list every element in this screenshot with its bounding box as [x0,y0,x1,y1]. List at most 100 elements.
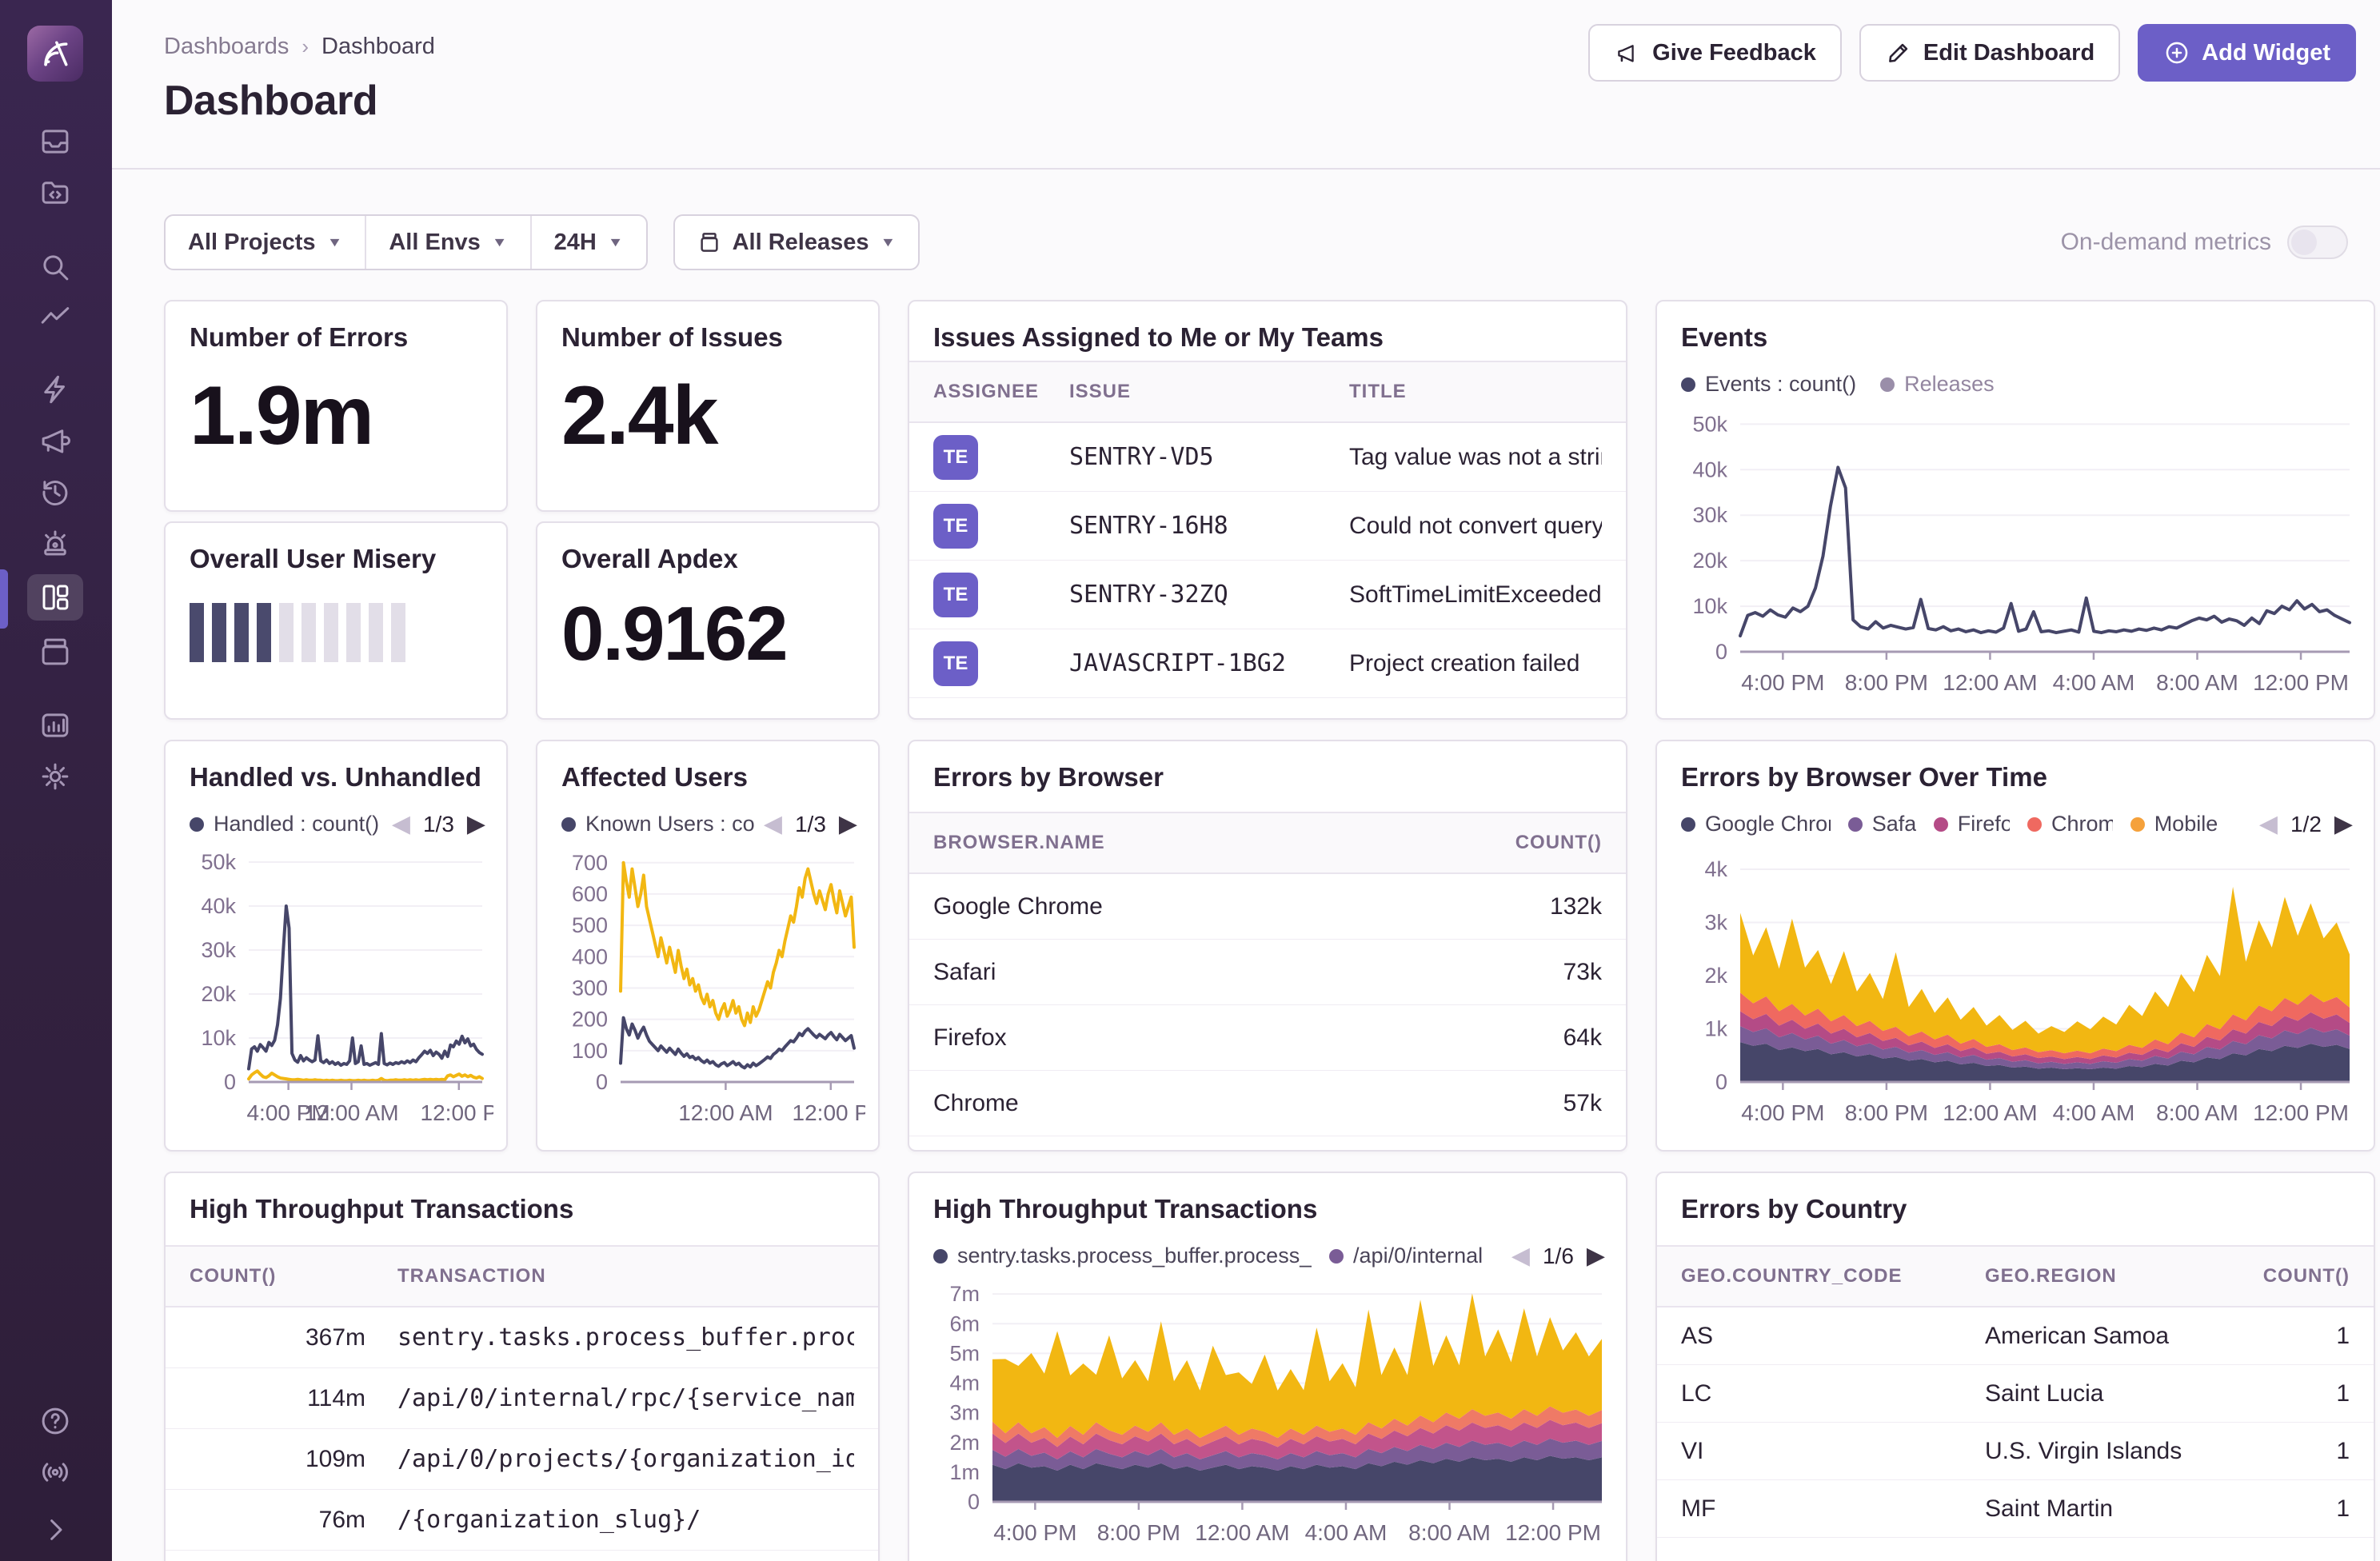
column-region[interactable]: GEO.REGION [1985,1265,2190,1288]
widget-errors-by-country[interactable]: Errors by Country GEO.COUNTRY_CODE GEO.R… [1655,1172,2375,1561]
breadcrumb-dashboards[interactable]: Dashboards [164,34,289,60]
table-row[interactable]: 109m /api/0/projects/{organization_id_or… [166,1429,878,1490]
transaction-link[interactable]: sentry.tasks.process_buffer.process_incr [397,1323,854,1351]
table-row[interactable]: LC Saint Lucia 1 [1657,1365,2374,1423]
high-throughput-chart[interactable]: 01m2m3m4m5m6m7m4:00 PM8:00 PM12:00 AM4:0… [916,1276,1613,1551]
edit-dashboard-button[interactable]: Edit Dashboard [1859,24,2120,82]
table-row[interactable]: AS American Samoa 1 [1657,1307,2374,1365]
add-widget-button[interactable]: Add Widget [2138,24,2356,82]
pager-next-icon[interactable]: ▶ [2334,810,2353,838]
table-row[interactable]: 76m /{organization_slug}/ [166,1490,878,1551]
widget-high-throughput-chart[interactable]: High Throughput Transactions sentry.task… [908,1172,1627,1561]
table-row[interactable]: Google Chrome 132k [909,874,1626,940]
table-row[interactable]: 114m /api/0/internal/rpc/{service_name}/… [166,1368,878,1429]
environments-filter[interactable]: All Envs▼ [365,216,529,269]
column-transaction[interactable]: TRANSACTION [397,1265,854,1288]
table-row[interactable]: TE SENTRY-VD5 Tag value was not a string [909,423,1626,492]
column-country-code[interactable]: GEO.COUNTRY_CODE [1681,1265,1985,1288]
column-issue[interactable]: ISSUE [1069,381,1349,403]
sidebar-item-search[interactable] [27,244,83,290]
pager-prev-icon[interactable]: ◀ [764,810,782,838]
column-title[interactable]: TITLE [1349,381,1602,403]
widget-errors-by-browser[interactable]: Errors by Browser BROWSER.NAME COUNT() G… [908,740,1627,1152]
pager-prev-icon[interactable]: ◀ [392,810,410,838]
issue-link[interactable]: SENTRY-VD5 [1069,443,1349,471]
table-row[interactable]: Mobile Safari 33k [909,1136,1626,1152]
legend-item[interactable]: Firefox [1934,812,2010,836]
legend-item[interactable]: sentry.tasks.process_buffer.process_incr [933,1244,1312,1268]
widget-overall-apdex[interactable]: Overall Apdex 0.9162 [536,521,880,720]
legend-item[interactable]: Handled : count() [190,812,379,836]
pager-next-icon[interactable]: ▶ [1587,1242,1605,1270]
table-row[interactable]: Safari 73k [909,940,1626,1005]
widget-handled-vs-unhandled[interactable]: Handled vs. Unhandled Handled : count() … [164,740,508,1152]
legend-item[interactable]: Mobile S [2130,812,2222,836]
issue-link[interactable]: SENTRY-32ZQ [1069,581,1349,609]
widget-overall-user-misery[interactable]: Overall User Misery [164,521,508,720]
column-count[interactable]: COUNT() [1426,832,1602,854]
sidebar-item-dashboards[interactable] [27,574,83,621]
sidebar-item-replays[interactable] [27,469,83,515]
column-count[interactable]: COUNT() [190,1265,365,1288]
events-chart[interactable]: 010k20k30k40k50k4:00 PM8:00 PM12:00 AM4:… [1663,405,2361,701]
widget-issues-assigned[interactable]: Issues Assigned to Me or My Teams ASSIGN… [908,300,1627,720]
legend-item[interactable]: Known Users : cour [561,812,761,836]
sidebar-item-alerts[interactable] [27,520,83,566]
give-feedback-button[interactable]: Give Feedback [1588,24,1842,82]
table-row[interactable]: TE JAVASCRIPT-1BG2 Project creation fail… [909,629,1626,698]
sidebar-item-projects[interactable] [27,170,83,216]
column-assignee[interactable]: ASSIGNEE [933,381,1069,403]
sidebar-item-starfish[interactable] [27,366,83,413]
widget-affected-users[interactable]: Affected Users Known Users : cour ◀ 1/3 … [536,740,880,1152]
widget-high-throughput-table[interactable]: High Throughput Transactions COUNT() TRA… [164,1172,880,1561]
sidebar-item-settings[interactable] [27,753,83,800]
transaction-link[interactable]: /api/0/internal/rpc/{service_name}/{meth… [397,1384,854,1412]
legend-item[interactable]: Chrome [2027,812,2113,836]
date-range-filter[interactable]: 24H▼ [530,216,646,269]
sidebar-item-performance[interactable] [27,294,83,341]
legend-item[interactable]: /api/0/internal/r [1329,1244,1482,1268]
table-row[interactable]: MF Saint Martin 1 [1657,1480,2374,1538]
sidebar-item-issues[interactable] [27,118,83,165]
transaction-link[interactable]: /api/0/projects/{organization_id_or_slug… [397,1445,854,1473]
legend-item[interactable]: Releases [1880,372,1995,397]
sidebar-item-feedback[interactable] [27,417,83,464]
sidebar-item-whats-new[interactable] [27,1449,83,1495]
megaphone-icon [38,424,72,457]
widget-number-of-issues[interactable]: Number of Issues 2.4k [536,300,880,512]
issue-link[interactable]: SENTRY-16H8 [1069,512,1349,540]
widget-errors-by-browser-over-time[interactable]: Errors by Browser Over Time Google Chrom… [1655,740,2375,1152]
issue-link[interactable]: JAVASCRIPT-1BG2 [1069,649,1349,677]
pager-prev-icon[interactable]: ◀ [2259,810,2278,838]
pager-next-icon[interactable]: ▶ [839,810,857,838]
handled-chart[interactable]: 010k20k30k40k50k4:00 PM12:00 AM12:00 P [172,844,493,1132]
sidebar-item-help[interactable] [27,1398,83,1444]
on-demand-metrics-toggle[interactable] [2287,226,2348,259]
legend-item[interactable]: Events : count() [1681,372,1856,397]
table-row[interactable]: VI U.S. Virgin Islands 1 [1657,1423,2374,1480]
sidebar-item-stats[interactable] [27,702,83,749]
widget-events[interactable]: Events Events : count() Releases 010k20k… [1655,300,2375,720]
projects-filter[interactable]: All Projects▼ [166,216,365,269]
affected-users-chart[interactable]: 010020030040050060070012:00 AM12:00 P [544,844,865,1132]
table-row[interactable]: Chrome 57k [909,1071,1626,1136]
transaction-link[interactable]: /{organization_slug}/ [397,1506,854,1534]
table-row[interactable]: Firefox 64k [909,1005,1626,1071]
table-row[interactable]: TE SENTRY-32ZQ SoftTimeLimitExceeded [909,561,1626,629]
errors-by-browser-over-time-chart[interactable]: 01k2k3k4k4:00 PM8:00 PM12:00 AM4:00 AM8:… [1663,844,2361,1132]
widget-number-of-errors[interactable]: Number of Errors 1.9m [164,300,508,512]
legend-item[interactable]: Google Chrome [1681,812,1831,836]
sentry-logo[interactable] [27,26,83,82]
legend-item[interactable]: Safari [1848,812,1916,836]
sidebar-collapse-button[interactable] [27,1507,83,1553]
column-browser-name[interactable]: BROWSER.NAME [933,832,1426,854]
sidebar-item-releases[interactable] [27,629,83,675]
table-row[interactable] [166,1551,878,1561]
pager-next-icon[interactable]: ▶ [467,810,485,838]
svg-text:5m: 5m [949,1341,980,1365]
releases-filter[interactable]: All Releases▼ [675,216,919,269]
pager-prev-icon[interactable]: ◀ [1511,1242,1530,1270]
column-count[interactable]: COUNT() [2190,1265,2350,1288]
table-row[interactable]: TE SENTRY-16H8 Could not convert query [909,492,1626,561]
table-row[interactable]: 367m sentry.tasks.process_buffer.process… [166,1307,878,1368]
